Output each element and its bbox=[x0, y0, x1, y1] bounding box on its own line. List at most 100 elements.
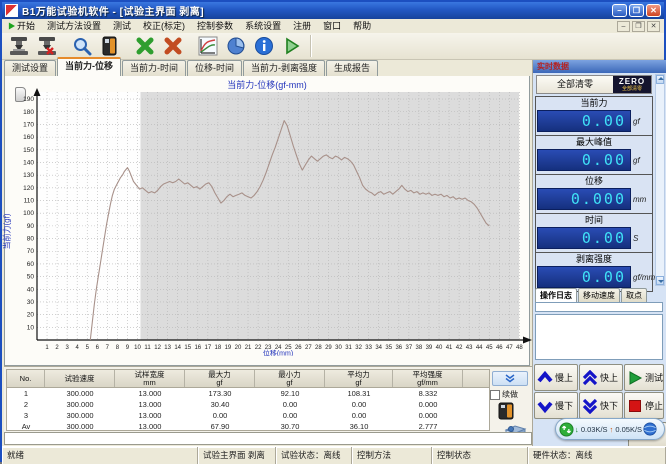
menu-item-2[interactable]: 测试方法设置 bbox=[41, 20, 107, 33]
tab-位移-时间[interactable]: 位移-时间 bbox=[187, 60, 242, 76]
svg-text:60: 60 bbox=[27, 261, 35, 268]
慢下-button[interactable]: 慢下 bbox=[534, 392, 578, 419]
cell: 0.00 bbox=[325, 410, 393, 421]
status-segment-6: 硬件状态：离线 bbox=[528, 447, 666, 464]
快上-button[interactable]: 快上 bbox=[579, 364, 623, 391]
save-card-icon bbox=[100, 36, 120, 56]
browser-globe-icon bbox=[643, 422, 657, 436]
chevron-up-icon bbox=[537, 370, 553, 386]
title-bar[interactable]: B1万能试验机软件 - [试验主界面 剥离] – ❐ ✕ bbox=[2, 2, 664, 19]
svg-text:6: 6 bbox=[96, 345, 100, 351]
table-row-Av[interactable]: Av300.00013.00067.9030.7036.102.777 bbox=[7, 421, 489, 432]
table-row-1[interactable]: 1300.00013.000173.3092.10108.318.332 bbox=[7, 388, 489, 399]
menu-item-4[interactable]: 校正(标定) bbox=[137, 20, 191, 33]
svg-text:32: 32 bbox=[355, 345, 362, 351]
tab-当前力-时间[interactable]: 当前力-时间 bbox=[122, 60, 186, 76]
scroll-down-icon[interactable] bbox=[656, 276, 664, 285]
double-chevron-up-icon bbox=[582, 370, 598, 386]
readout-label: 时间 bbox=[536, 214, 652, 226]
table-row-2[interactable]: 2300.00013.00030.400.000.000.000 bbox=[7, 399, 489, 410]
svg-text:47: 47 bbox=[506, 345, 513, 351]
play-icon bbox=[627, 370, 643, 386]
run-button[interactable] bbox=[278, 33, 306, 59]
results-table[interactable]: No.试验速度试样宽度mm最大力gf最小力gf平均力gf平均强度gf/mm 13… bbox=[6, 369, 490, 431]
scroll-up-icon[interactable] bbox=[656, 75, 664, 84]
pie-chart-button[interactable] bbox=[222, 33, 250, 59]
column-header-试验速度[interactable]: 试验速度 bbox=[45, 370, 115, 387]
network-speed-widget[interactable]: ↓ 0.03K/S ↑ 0.05K/S bbox=[555, 418, 665, 440]
测试-button[interactable]: 测试 bbox=[624, 364, 664, 391]
svg-text:5: 5 bbox=[86, 345, 90, 351]
tab-测试设置[interactable]: 测试设置 bbox=[4, 60, 56, 76]
readout-剥离强度: 剥离强度0.00gf/mm bbox=[535, 252, 653, 292]
realtime-panel: 实时数据 全部清零 ZERO 全部清零 当前力0.00gf最大峰值0.00gf位… bbox=[532, 60, 666, 446]
restore-icon[interactable]: ❐ bbox=[629, 4, 644, 17]
快下-button[interactable]: 快下 bbox=[579, 392, 623, 419]
log-list[interactable] bbox=[535, 314, 663, 360]
column-header-最大力[interactable]: 最大力gf bbox=[185, 370, 255, 387]
tab-生成报告[interactable]: 生成报告 bbox=[326, 60, 378, 76]
readout-时间: 时间0.00S bbox=[535, 213, 653, 252]
svg-text:16: 16 bbox=[194, 345, 201, 351]
app-window: B1万能试验机软件 - [试验主界面 剥离] – ❐ ✕ 开始测试方法设置测试校… bbox=[0, 0, 666, 462]
log-tab-移动速度[interactable]: 移动速度 bbox=[578, 288, 620, 302]
clear-red-button[interactable] bbox=[159, 33, 187, 59]
mdi-minimize-icon[interactable]: – bbox=[617, 21, 630, 32]
停止-button[interactable]: 停止 bbox=[624, 392, 664, 419]
menu-item-1[interactable]: 开始 bbox=[2, 20, 41, 33]
cell: 108.31 bbox=[325, 388, 393, 399]
menu-item-3[interactable]: 测试 bbox=[107, 20, 137, 33]
run-icon bbox=[282, 36, 302, 56]
readout-unit: gf/mm bbox=[631, 273, 651, 282]
log-tab-操作日志[interactable]: 操作日志 bbox=[535, 288, 577, 302]
svg-text:150: 150 bbox=[23, 147, 34, 154]
column-header-最小力[interactable]: 最小力gf bbox=[255, 370, 325, 387]
log-tab-strip: 操作日志移动速度取点 bbox=[535, 288, 665, 302]
upload-arrow-icon: ↑ bbox=[610, 425, 614, 434]
svg-text:43: 43 bbox=[466, 345, 473, 351]
clear-green-button[interactable] bbox=[131, 33, 159, 59]
readout-value: 0.00 bbox=[537, 227, 631, 249]
mdi-close-icon[interactable]: ✕ bbox=[647, 21, 660, 32]
column-header-平均强度[interactable]: 平均强度gf/mm bbox=[393, 370, 463, 387]
慢上-button[interactable]: 慢上 bbox=[534, 364, 578, 391]
save-card-button[interactable] bbox=[498, 402, 520, 420]
log-input[interactable] bbox=[535, 302, 663, 312]
table-header: No.试验速度试样宽度mm最大力gf最小力gf平均力gf平均强度gf/mm bbox=[7, 370, 489, 388]
machine-offline-button[interactable] bbox=[33, 33, 61, 59]
zoom-button[interactable] bbox=[68, 33, 96, 59]
jog-button-label: 停止 bbox=[645, 399, 663, 412]
readouts-scrollbar[interactable] bbox=[655, 74, 665, 286]
readout-row: 0.00S bbox=[536, 226, 652, 252]
menu-item-7[interactable]: 注册 bbox=[287, 20, 317, 33]
close-icon[interactable]: ✕ bbox=[646, 4, 661, 17]
column-header-平均力[interactable]: 平均力gf bbox=[325, 370, 393, 387]
column-header-试样宽度[interactable]: 试样宽度mm bbox=[115, 370, 185, 387]
note-strip[interactable] bbox=[4, 432, 532, 445]
readout-label: 最大峰值 bbox=[536, 136, 652, 148]
collapse-button[interactable] bbox=[492, 371, 528, 386]
jog-button-label: 快上 bbox=[600, 371, 618, 384]
status-segment-3: 试验状态：离线 bbox=[276, 447, 352, 464]
column-unit: gf bbox=[286, 379, 292, 387]
readout-value: 0.00 bbox=[537, 149, 631, 171]
menu-item-8[interactable]: 窗口 bbox=[317, 20, 347, 33]
machine-button[interactable] bbox=[5, 33, 33, 59]
tab-当前力-剥离强度[interactable]: 当前力-剥离强度 bbox=[243, 60, 325, 76]
continue-checkbox[interactable] bbox=[490, 390, 500, 400]
save-card-button[interactable] bbox=[96, 33, 124, 59]
menu-item-9[interactable]: 帮助 bbox=[347, 20, 377, 33]
curves-button[interactable] bbox=[194, 33, 222, 59]
minimize-icon[interactable]: – bbox=[612, 4, 627, 17]
log-tab-取点[interactable]: 取点 bbox=[621, 288, 647, 302]
menu-item-6[interactable]: 系统设置 bbox=[239, 20, 287, 33]
column-header-No.[interactable]: No. bbox=[7, 370, 45, 387]
chevron-down-icon bbox=[537, 398, 553, 414]
table-row-3[interactable]: 3300.00013.0000.000.000.000.000 bbox=[7, 410, 489, 421]
menu-item-5[interactable]: 控制参数 bbox=[191, 20, 239, 33]
mdi-restore-icon[interactable]: ❐ bbox=[632, 21, 645, 32]
tab-当前力-位移[interactable]: 当前力-位移 bbox=[57, 57, 121, 76]
info-button[interactable] bbox=[250, 33, 278, 59]
svg-text:110: 110 bbox=[24, 198, 35, 205]
zero-all-button[interactable]: 全部清零 ZERO 全部清零 bbox=[536, 75, 652, 94]
